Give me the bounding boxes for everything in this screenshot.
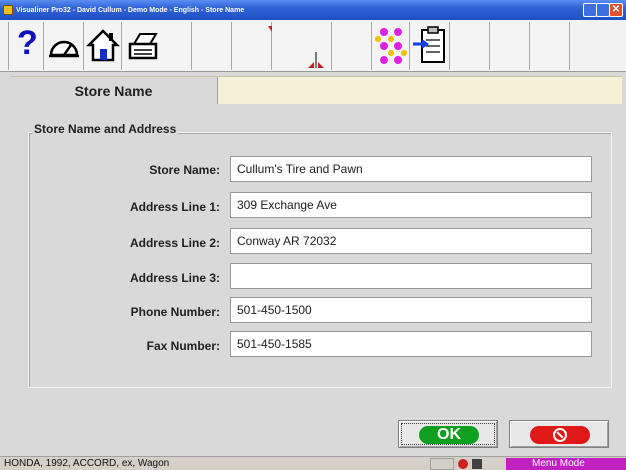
toolbar: ?: [0, 20, 626, 72]
blank-toolbar-button[interactable]: [332, 22, 372, 70]
tab-strip: Store Name: [10, 76, 622, 105]
phone-number-field[interactable]: 501-450-1500: [230, 297, 592, 323]
fax-number-field[interactable]: 501-450-1585: [230, 331, 592, 357]
address-line-3-field[interactable]: [230, 263, 592, 289]
title-bar[interactable]: Visualiner Pro32 - David Cullum - Demo M…: [0, 0, 626, 20]
window-title: Visualiner Pro32 - David Cullum - Demo M…: [16, 6, 245, 14]
maximize-button[interactable]: [596, 3, 610, 17]
red-arrow-marker: [308, 52, 324, 68]
blank-toolbar-button[interactable]: [450, 22, 490, 70]
app-window: Visualiner Pro32 - David Cullum - Demo M…: [0, 0, 626, 470]
app-icon: [3, 5, 13, 15]
close-button[interactable]: ✕: [609, 3, 623, 17]
blank-toolbar-button[interactable]: [272, 22, 332, 70]
address-line-1-field[interactable]: 309 Exchange Ave: [230, 192, 592, 218]
vehicle-status: HONDA, 1992, ACCORD, ex, Wagon: [4, 458, 170, 469]
clipboard-arrow-icon: [413, 26, 445, 63]
clipboard-button[interactable]: [410, 22, 450, 70]
gauge-button[interactable]: [44, 22, 84, 70]
status-segment: [430, 458, 454, 470]
grid-status-icon: [472, 459, 482, 469]
store-name-label: Store Name:: [149, 163, 220, 177]
ok-label: OK: [419, 426, 479, 444]
address-line-1-label: Address Line 1:: [129, 200, 220, 214]
group-title: Store Name and Address: [32, 122, 179, 136]
print-button[interactable]: [122, 22, 192, 70]
blank-toolbar-button[interactable]: [192, 22, 232, 70]
blank-toolbar-button[interactable]: [530, 22, 570, 70]
gauge-icon: [49, 40, 79, 58]
help-icon: ?: [17, 24, 38, 62]
store-name-field[interactable]: Cullum's Tire and Pawn: [230, 156, 592, 182]
minimize-button[interactable]: [583, 3, 597, 17]
address-line-3-label: Address Line 3:: [129, 271, 220, 285]
home-icon: [85, 29, 121, 62]
mode-indicator: Menu Mode: [506, 458, 626, 470]
fax-number-label: Fax Number:: [146, 339, 220, 353]
address-line-2-field[interactable]: Conway AR 72032: [230, 228, 592, 254]
blank-toolbar-button[interactable]: [490, 22, 530, 70]
red-corner-marker: [268, 26, 272, 32]
no-entry-status-icon: [458, 459, 468, 469]
main-panel: Store Name and Address Store Name: Cullu…: [10, 104, 622, 452]
cancel-button[interactable]: [509, 420, 609, 448]
cancel-pill: [530, 426, 590, 444]
pattern-button[interactable]: [372, 22, 410, 70]
phone-number-label: Phone Number:: [130, 305, 220, 319]
dots-pattern-icon: [375, 28, 407, 64]
tab-store-name[interactable]: Store Name: [10, 77, 218, 105]
status-bar: HONDA, 1992, ACCORD, ex, Wagon Menu Mode: [0, 456, 626, 470]
ok-button[interactable]: OK: [398, 420, 498, 448]
blank-toolbar-button[interactable]: [232, 22, 272, 70]
address-line-2-label: Address Line 2:: [129, 236, 220, 250]
printer-icon: [128, 33, 158, 60]
help-button[interactable]: ?: [8, 22, 44, 70]
home-button[interactable]: [84, 22, 122, 70]
no-entry-icon: [553, 428, 567, 442]
